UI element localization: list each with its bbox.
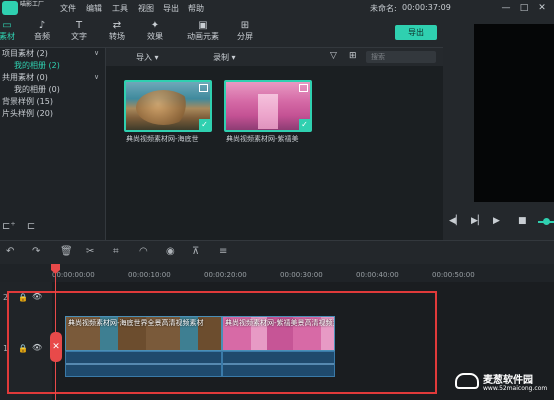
cut-icon[interactable]: ✂ [86, 246, 94, 257]
add-folder-icon[interactable]: ⊏⁺ [2, 221, 16, 232]
tab-transition[interactable]: ⇄ 转场 [100, 19, 134, 42]
media-thumbnail[interactable]: ✓ [224, 80, 312, 132]
library-item-intros[interactable]: 片头样例 (20) [2, 108, 53, 119]
tab-split-screen[interactable]: ⊞ 分屏 [228, 19, 262, 42]
library-item-shared[interactable]: 共用素材 (0) [2, 72, 48, 83]
tick-label: 00:00:50:00 [432, 271, 475, 279]
media-toolbar: 导入 ▾ 录制 ▾ ▽ ⊞ 搜索 [106, 48, 443, 66]
check-icon: ✓ [199, 119, 210, 130]
text-icon: T [75, 20, 83, 31]
speed-icon[interactable]: ◠ [139, 246, 148, 257]
menu-edit[interactable]: 编辑 [86, 3, 102, 14]
media-caption: 典尚视频素材网-海底世 [126, 135, 199, 143]
tab-split-screen-label: 分屏 [237, 32, 253, 41]
close-button[interactable]: ✕ [536, 2, 548, 14]
export-button[interactable]: 导出 [395, 25, 437, 40]
redo-icon[interactable]: ↷ [32, 246, 40, 257]
maximize-button[interactable]: □ [518, 2, 530, 14]
tab-elements[interactable]: ▣ 动画元素 [183, 19, 223, 42]
previous-frame-icon[interactable]: ◀▏ [449, 216, 463, 226]
highlight-box [7, 291, 437, 394]
tick-label: 00:00:10:00 [128, 271, 171, 279]
menu-view[interactable]: 视图 [138, 3, 154, 14]
preview-panel: ◀▏ ▶▏ ▶ ■ [443, 16, 554, 240]
library-item-backgrounds[interactable]: 背景样例 (15) [2, 96, 53, 107]
tab-elements-label: 动画元素 [187, 32, 219, 41]
record-label: 录制 [213, 53, 229, 62]
import-label: 导入 [136, 53, 152, 62]
tab-audio-label: 音频 [34, 32, 50, 41]
tick-label: 00:00:30:00 [280, 271, 323, 279]
search-input[interactable]: 搜索 [366, 51, 436, 63]
media-thumbnail[interactable]: ✓ [124, 80, 212, 132]
check-icon: ✓ [299, 119, 310, 130]
tick-label: 00:00:00:00 [52, 271, 95, 279]
folder-icon: ▭ [2, 20, 12, 31]
adjust-icon[interactable]: ≡ [219, 246, 227, 257]
undo-icon[interactable]: ↶ [6, 246, 14, 257]
tab-audio[interactable]: ♪ 音频 [25, 19, 59, 42]
video-type-icon [199, 84, 208, 92]
video-type-icon [299, 84, 308, 92]
tab-transition-label: 转场 [109, 32, 125, 41]
project-title: 未命名: [370, 4, 397, 13]
folder-icon[interactable]: ⊏ [27, 221, 35, 232]
library-item-project[interactable]: 项目素材 (2) [2, 48, 48, 59]
tab-text[interactable]: T 文字 [62, 19, 96, 42]
project-timecode: 00:00:37:09 [402, 3, 451, 12]
filter-icon[interactable]: ▽ [330, 51, 337, 61]
library-item-shared-album[interactable]: 我的相册 (0) [14, 84, 60, 95]
watermark-url: www.52maicong.com [483, 385, 548, 392]
chevron-down-icon[interactable]: ∨ [94, 49, 99, 57]
preview-screen [474, 24, 554, 202]
stop-icon[interactable]: ■ [518, 216, 527, 226]
app-logo [2, 1, 18, 15]
record-dropdown[interactable]: 录制 ▾ [213, 52, 236, 63]
tab-effects[interactable]: ✦ 效果 [138, 19, 172, 42]
tab-media[interactable]: ▭ 素材 [0, 19, 24, 42]
delete-icon[interactable]: 🗑 [60, 246, 73, 257]
play-icon[interactable]: ▶ [493, 216, 500, 226]
edit-toolbar: ↶ ↷ 🗑 ✂ ⌗ ◠ ◉ ⊼ ≡ [0, 240, 554, 264]
grid-view-icon[interactable]: ⊞ [349, 51, 357, 61]
transition-icon: ⇄ [112, 20, 122, 31]
tab-text-label: 文字 [71, 32, 87, 41]
effects-icon: ✦ [150, 20, 160, 31]
minimize-button[interactable]: — [500, 2, 512, 14]
tick-label: 00:00:20:00 [204, 271, 247, 279]
menu-help[interactable]: 帮助 [188, 3, 204, 14]
library-panel: 项目素材 (2) ∨ 我的相册 (2) 共用素材 (0) ∨ 我的相册 (0) … [0, 48, 106, 240]
watermark-text: 麦葱软件园 [483, 375, 533, 386]
play-icon[interactable]: ▶▏ [471, 216, 485, 226]
media-grid: ✓ 典尚视频素材网-海底世 ✓ 典尚视频素材网-紫禧美 [106, 66, 443, 240]
chevron-down-icon[interactable]: ∨ [94, 73, 99, 81]
crop-icon[interactable]: ⌗ [113, 246, 119, 257]
app-logo-text: 喵影工厂 [20, 1, 45, 8]
menu-tools[interactable]: 工具 [112, 3, 128, 14]
menu-export[interactable]: 导出 [163, 3, 179, 14]
image-icon: ▣ [198, 20, 208, 31]
media-caption: 典尚视频素材网-紫禧美 [226, 135, 299, 143]
audio-mixer-icon[interactable]: ⊼ [192, 246, 199, 257]
library-item-my-album[interactable]: 我的相册 (2) [14, 60, 60, 71]
folder-actions: ⊏⁺ ⊏ [2, 221, 35, 232]
tab-effects-label: 效果 [147, 32, 163, 41]
cloud-logo-icon [455, 373, 479, 389]
volume-knob[interactable] [543, 218, 550, 225]
split-screen-icon: ⊞ [240, 20, 250, 31]
menu-bar: 喵影工厂 文件 编辑 工具 视图 导出 帮助 未命名: 00:00:37:09 … [0, 0, 554, 16]
menu-file[interactable]: 文件 [60, 3, 76, 14]
timeline-ruler[interactable]: 00:00:00:00 00:00:10:00 00:00:20:00 00:0… [0, 264, 554, 282]
tick-label: 00:00:40:00 [356, 271, 399, 279]
tab-media-label: 素材 [0, 32, 15, 41]
import-dropdown[interactable]: 导入 ▾ [136, 52, 159, 63]
main-toolbar: ▭ 素材 ♪ 音频 T 文字 ⇄ 转场 ✦ 效果 ▣ 动画元素 ⊞ 分屏 [0, 16, 443, 48]
playhead-handle[interactable]: ✕ [50, 332, 62, 362]
color-icon[interactable]: ◉ [166, 246, 175, 257]
music-note-icon: ♪ [38, 20, 46, 31]
